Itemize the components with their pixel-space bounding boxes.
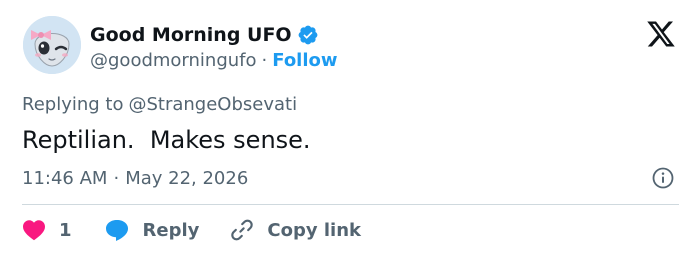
verified-badge-icon [298, 25, 317, 45]
copy-link-label: Copy link [267, 219, 361, 241]
like-button[interactable]: 1 [22, 219, 72, 241]
author-name-row: Good Morning UFO [90, 22, 319, 48]
tweet-timestamp[interactable]: 11:46 AM · May 22, 2026 [22, 165, 248, 191]
info-icon[interactable] [651, 166, 675, 190]
replying-handle-link[interactable]: @StrangeObsevati [128, 94, 297, 115]
author-display-name[interactable]: Good Morning UFO [90, 24, 292, 46]
copy-link-button[interactable]: Copy link [229, 217, 361, 243]
author-handle[interactable]: @goodmorningufo [90, 50, 257, 71]
timestamp-separator: · [113, 167, 120, 189]
replying-to: Replying to @StrangeObsevati [22, 92, 297, 116]
reply-label: Reply [142, 219, 200, 241]
x-logo-icon[interactable] [646, 20, 676, 48]
link-icon [231, 219, 254, 241]
reply-bubble-icon [105, 220, 128, 241]
handle-separator: · [261, 49, 268, 71]
tweet-date: May 22, 2026 [125, 167, 249, 189]
divider [22, 204, 679, 205]
like-count: 1 [59, 219, 72, 241]
author-handle-row: @goodmorningufo · Follow [90, 48, 338, 72]
replying-prefix: Replying to [22, 93, 124, 115]
reply-button[interactable]: Reply [104, 218, 200, 242]
follow-button[interactable]: Follow [272, 50, 337, 71]
tweet-text: Reptilian. Makes sense. [22, 126, 311, 154]
heart-icon [23, 220, 45, 241]
avatar[interactable] [23, 16, 81, 74]
tweet-time: 11:46 AM [22, 167, 108, 189]
action-bar: 1 Reply Copy link [22, 216, 361, 244]
alien-avatar-image [23, 16, 81, 74]
